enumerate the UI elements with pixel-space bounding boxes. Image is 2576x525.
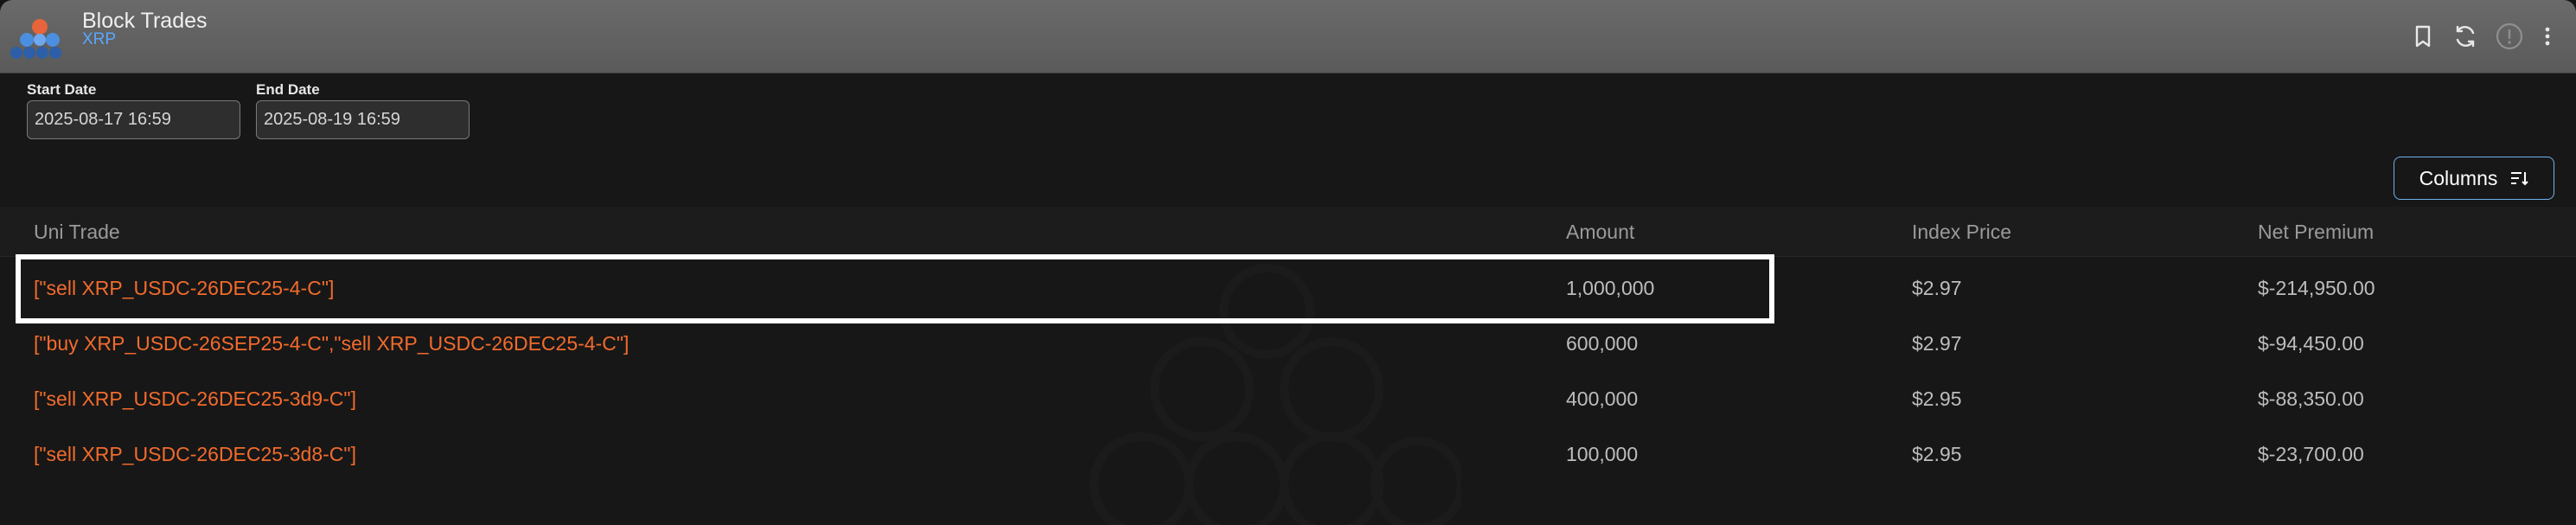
- start-date-label: Start Date: [27, 81, 97, 98]
- net-premium-cell: $-23,700.00: [2258, 443, 2364, 465]
- bookmark-icon[interactable]: [2407, 21, 2439, 52]
- window-title: Block Trades: [82, 9, 208, 33]
- amount-cell: 400,000: [1566, 387, 1639, 410]
- trade-cell[interactable]: ["sell XRP_USDC-26DEC25-4-C"]: [34, 277, 334, 300]
- header-net-premium[interactable]: Net Premium: [2258, 221, 2374, 244]
- amount-cell: 100,000: [1566, 443, 1639, 465]
- trade-cell[interactable]: ["buy XRP_USDC-26SEP25-4-C","sell XRP_US…: [34, 332, 629, 355]
- index-price-cell: $2.95: [1912, 387, 1962, 410]
- end-date-input[interactable]: [256, 100, 470, 139]
- net-premium-cell: $-94,450.00: [2258, 332, 2364, 355]
- header-index-price[interactable]: Index Price: [1912, 221, 2011, 244]
- amount-cell: 600,000: [1566, 332, 1639, 355]
- trade-cell[interactable]: ["sell XRP_USDC-26DEC25-3d9-C"]: [34, 387, 356, 411]
- window-subtitle: XRP: [82, 30, 117, 48]
- refresh-icon[interactable]: [2450, 21, 2481, 52]
- table-row[interactable]: ["sell XRP_USDC-26DEC25-3d9-C"] 400,000 …: [0, 370, 2576, 426]
- columns-button[interactable]: Columns: [2394, 157, 2554, 200]
- title-bar: Block Trades XRP: [0, 0, 2576, 74]
- index-price-cell: $2.97: [1912, 277, 1962, 299]
- amount-cell: 1,000,000: [1566, 277, 1655, 299]
- more-vertical-icon[interactable]: [2532, 21, 2563, 52]
- columns-sort-icon: [2511, 172, 2529, 186]
- index-price-cell: $2.95: [1912, 443, 1962, 465]
- block-trades-window: Block Trades XRP Start Date 2025-08-17 1…: [0, 0, 2576, 525]
- trade-cell[interactable]: ["sell XRP_USDC-26DEC25-3d8-C"]: [34, 443, 356, 466]
- columns-button-label: Columns: [2419, 166, 2498, 189]
- start-date-input[interactable]: [27, 100, 240, 139]
- table-row[interactable]: ["buy XRP_USDC-26SEP25-4-C","sell XRP_US…: [0, 315, 2576, 370]
- header-uni-trade[interactable]: Uni Trade: [34, 221, 120, 244]
- net-premium-cell: $-214,950.00: [2258, 277, 2375, 299]
- info-icon[interactable]: [2494, 21, 2525, 52]
- table-row[interactable]: ["sell XRP_USDC-26DEC25-4-C"] 1,000,000 …: [0, 259, 2576, 315]
- table-header-row: Uni Trade Amount Index Price Net Premium: [0, 207, 2576, 257]
- table-row[interactable]: ["sell XRP_USDC-26DEC25-3d8-C"] 100,000 …: [0, 426, 2576, 481]
- index-price-cell: $2.97: [1912, 332, 1962, 355]
- app-logo-icon: [10, 19, 61, 59]
- net-premium-cell: $-88,350.00: [2258, 387, 2364, 410]
- end-date-label: End Date: [256, 81, 320, 98]
- header-amount[interactable]: Amount: [1566, 221, 1634, 244]
